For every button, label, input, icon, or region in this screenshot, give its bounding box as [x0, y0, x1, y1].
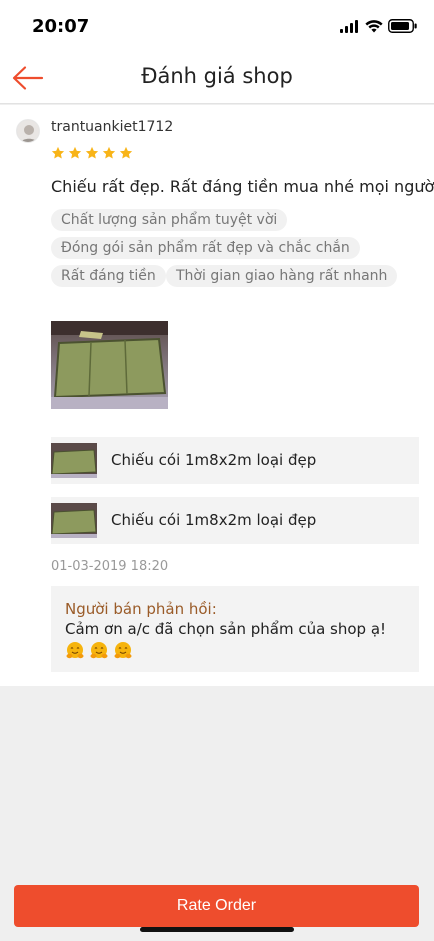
hugging-face-icon: [90, 642, 108, 659]
product-name: Chiếu cói 1m8x2m loại đẹp: [111, 451, 317, 469]
star-icon: [102, 146, 116, 159]
home-indicator: [140, 927, 294, 932]
hugging-face-icon: [114, 642, 132, 659]
review-tag: Đóng gói sản phẩm rất đẹp và chắc chắn: [51, 237, 360, 259]
seller-reply: Người bán phản hồi: Cảm ơn a/c đã chọn s…: [51, 586, 419, 672]
tatami-mat-photo: [51, 321, 168, 409]
review-tag: Rất đáng tiền: [51, 265, 166, 287]
emoji-row: [65, 641, 405, 661]
avatar[interactable]: [16, 119, 40, 143]
review-tag: Chất lượng sản phẩm tuyệt vời: [51, 209, 288, 231]
review-tag: Thời gian giao hàng rất nhanh: [166, 265, 398, 287]
seller-reply-label: Người bán phản hồi:: [65, 600, 217, 618]
signal-icon: [340, 20, 360, 33]
review-date: 01-03-2019 18:20: [51, 559, 169, 574]
hugging-face-icon: [66, 642, 84, 659]
status-bar: 20:07: [0, 0, 434, 52]
seller-reply-text: Cảm ơn a/c đã chọn sản phẩm của shop ạ!: [65, 620, 387, 638]
review-photo[interactable]: [51, 321, 168, 409]
battery-icon: [388, 19, 417, 33]
product-item[interactable]: Chiếu cói 1m8x2m loại đẹp: [51, 437, 419, 484]
star-icon: [51, 146, 65, 159]
review-card: trantuankiet1712 Chiếu rất đẹp. Rất đáng…: [0, 105, 434, 686]
reviewer-username: trantuankiet1712: [51, 119, 174, 135]
star-rating: [51, 146, 133, 160]
star-icon: [119, 146, 133, 159]
star-icon: [85, 146, 99, 159]
product-item[interactable]: Chiếu cói 1m8x2m loại đẹp: [51, 497, 419, 544]
product-image: [51, 503, 97, 538]
product-name: Chiếu cói 1m8x2m loại đẹp: [111, 511, 317, 529]
user-avatar-icon: [17, 120, 39, 142]
product-thumbnail: [51, 443, 97, 478]
rate-order-button[interactable]: Rate Order: [14, 885, 419, 927]
review-comment: Chiếu rất đẹp. Rất đáng tiền mua nhé mọi…: [51, 177, 434, 196]
page-title: Đánh giá shop: [141, 64, 293, 88]
nav-bar: Đánh giá shop: [0, 52, 434, 104]
wifi-icon: [365, 20, 383, 33]
status-time: 20:07: [32, 16, 90, 37]
product-thumbnail: [51, 503, 97, 538]
star-icon: [68, 146, 82, 159]
product-image: [51, 443, 97, 478]
